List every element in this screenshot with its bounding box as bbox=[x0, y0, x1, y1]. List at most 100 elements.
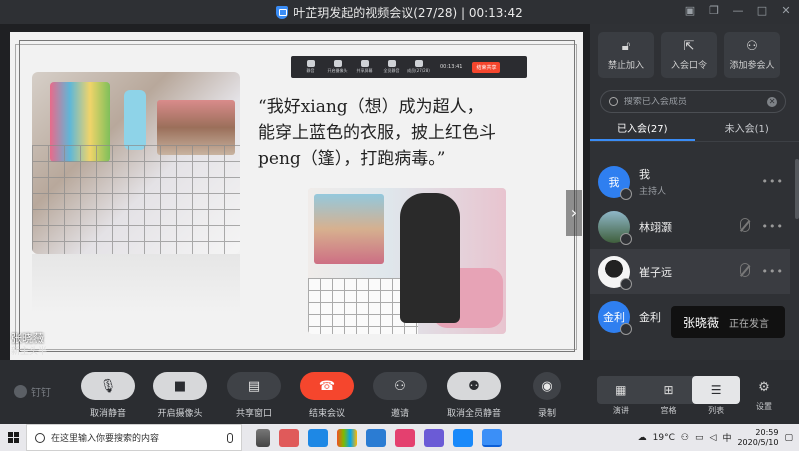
start-camera-button[interactable]: ■ 开启摄像头 bbox=[153, 372, 207, 419]
taskbar-search[interactable]: 在这里输入你要搜索的内容 bbox=[26, 424, 242, 451]
member-row[interactable]: 我 我 主持人 ••• bbox=[590, 159, 790, 204]
member-role: 主持人 bbox=[639, 187, 667, 197]
dingtalk-icon[interactable] bbox=[453, 428, 473, 447]
notification-icon[interactable]: ▢ bbox=[784, 433, 793, 443]
mail-icon[interactable] bbox=[366, 428, 386, 447]
photo-desk-supplies bbox=[32, 72, 240, 254]
avatar: 我 bbox=[598, 165, 632, 200]
panel-actions: 🔓︎ 禁止加入 ⇱ 入会口令 ⚇ 添加参会人 bbox=[590, 24, 799, 78]
shield-icon bbox=[276, 5, 289, 19]
mini-mute-all-button[interactable]: 全员静音 bbox=[380, 60, 403, 74]
end-share-button[interactable]: 结束共享 bbox=[472, 61, 501, 73]
mic-badge-icon bbox=[620, 232, 632, 245]
clock-time: 20:59 bbox=[755, 427, 779, 437]
screenshot-icon[interactable]: ▣ bbox=[683, 4, 697, 18]
edge-icon[interactable] bbox=[308, 428, 328, 447]
mini-camera-button[interactable]: 开启摄像头 bbox=[326, 60, 349, 74]
photo-reflection bbox=[32, 254, 240, 314]
grid-mat bbox=[32, 144, 240, 254]
member-search: ✕ bbox=[600, 90, 786, 113]
photo-girl-studying bbox=[308, 188, 506, 334]
taskbar-search-text: 在这里输入你要搜索的内容 bbox=[51, 434, 160, 444]
view-grid-button[interactable]: ⊞ bbox=[645, 376, 693, 404]
more-icon[interactable]: ••• bbox=[762, 220, 784, 233]
member-search-input[interactable] bbox=[623, 96, 762, 107]
gear-icon: ⚙ bbox=[758, 380, 770, 395]
maximize-icon[interactable]: □ bbox=[755, 4, 769, 18]
camera-icon bbox=[333, 60, 342, 67]
hangup-icon: ☎︎ bbox=[300, 372, 354, 400]
mini-members-button[interactable]: 成员(27/28) bbox=[407, 60, 430, 74]
lock-meeting-button[interactable]: 🔓︎ 禁止加入 bbox=[598, 32, 654, 78]
record-button[interactable]: ◉ 录制 bbox=[533, 372, 561, 419]
view-switcher: ▦ ⊞ ☰ bbox=[597, 376, 741, 404]
search-icon bbox=[609, 97, 618, 106]
close-icon[interactable]: ✕ bbox=[779, 4, 793, 18]
restore-icon[interactable]: ❐ bbox=[707, 4, 721, 18]
mini-share-button[interactable]: 共享屏幕 bbox=[353, 60, 376, 74]
people-icon[interactable]: ⚇ bbox=[681, 433, 689, 443]
title-wrap: 叶芷玥发起的视频会议(27/28) | 00:13:42 bbox=[276, 4, 523, 21]
clock-date: 2020/5/10 bbox=[737, 437, 779, 447]
mini-mute-button[interactable]: 静音 bbox=[299, 60, 322, 74]
share-window-icon: ▤ bbox=[227, 372, 281, 400]
windows-logo-icon bbox=[7, 432, 19, 443]
minimize-icon[interactable]: — bbox=[731, 4, 745, 18]
clear-icon[interactable]: ✕ bbox=[767, 96, 777, 107]
meeting-password-button[interactable]: ⇱ 入会口令 bbox=[661, 32, 717, 78]
tab-joined[interactable]: 已入会(27) bbox=[590, 120, 695, 141]
start-button[interactable] bbox=[0, 424, 26, 451]
view-list-button[interactable]: ☰ bbox=[692, 376, 741, 404]
volume-icon[interactable]: ◁ bbox=[710, 433, 717, 443]
network-icon[interactable]: ▭ bbox=[695, 433, 704, 443]
girl bbox=[400, 193, 460, 323]
next-page-arrow[interactable]: › bbox=[566, 190, 582, 236]
view-speaker-button[interactable]: ▦ bbox=[597, 376, 645, 404]
mute-all-icon bbox=[387, 60, 396, 67]
app-icon[interactable] bbox=[395, 428, 415, 447]
clock[interactable]: 20:59 2020/5/10 bbox=[737, 428, 778, 448]
settings-button[interactable]: ⚙ 设置 bbox=[756, 380, 772, 412]
mini-toolbar: 静音 开启摄像头 共享屏幕 全员静音 成员(27/28) 00:13:41 结束… bbox=[291, 56, 527, 78]
temperature: 19°C bbox=[652, 432, 675, 443]
more-icon[interactable]: ••• bbox=[762, 175, 784, 188]
member-name: 金利 bbox=[639, 310, 661, 324]
tab-not-joined[interactable]: 未入会(1) bbox=[695, 120, 799, 141]
add-user-icon: ⚇ bbox=[746, 38, 758, 54]
member-row[interactable]: 林翊灏 ••• bbox=[590, 204, 790, 249]
mic-muted-icon[interactable] bbox=[740, 263, 750, 277]
window-controls: ▣ ❐ — □ ✕ bbox=[683, 4, 793, 18]
app-icon[interactable] bbox=[424, 428, 444, 447]
task-view-icon[interactable] bbox=[256, 428, 270, 447]
speaker-status: 正在发言 bbox=[729, 318, 770, 330]
quote-line-1: “我好xiang（想）成为超人， bbox=[258, 97, 484, 117]
unmute-all-button[interactable]: ⚉ 取消全员静音 bbox=[447, 372, 501, 419]
mic-off-icon: 🎙︎ bbox=[81, 372, 135, 400]
invite-button[interactable]: ⚇ 邀请 bbox=[373, 372, 427, 419]
member-tabs: 已入会(27) 未入会(1) bbox=[590, 120, 799, 142]
ime-indicator[interactable]: 中 bbox=[722, 431, 731, 444]
share-window-button[interactable]: ▤ 共享窗口 bbox=[227, 372, 281, 419]
speaker-name: 张晓薇 bbox=[683, 315, 720, 330]
avatar bbox=[598, 210, 632, 245]
member-row[interactable]: 崔子远 ••• bbox=[590, 249, 790, 294]
camera-icon: ■ bbox=[153, 372, 207, 400]
app-icon[interactable] bbox=[279, 428, 299, 447]
mic-muted-icon[interactable] bbox=[740, 218, 750, 232]
dingtalk-logo-icon bbox=[14, 385, 27, 398]
share-icon: ⇱ bbox=[683, 38, 695, 54]
mic-icon[interactable] bbox=[227, 432, 233, 443]
water-bottle bbox=[124, 90, 146, 150]
more-icon[interactable]: ••• bbox=[762, 265, 784, 278]
mic-badge-icon bbox=[620, 277, 632, 290]
scrollbar[interactable] bbox=[795, 159, 799, 219]
add-participant-button[interactable]: ⚇ 添加参会人 bbox=[724, 32, 780, 78]
avatar: 金利 bbox=[598, 300, 632, 335]
end-meeting-button[interactable]: ☎︎ 结束会议 bbox=[300, 372, 354, 419]
store-icon[interactable] bbox=[337, 428, 357, 447]
meeting-app-icon[interactable] bbox=[482, 428, 502, 447]
unmute-button[interactable]: 🎙︎ 取消静音 bbox=[81, 372, 135, 419]
avatar bbox=[598, 255, 632, 290]
presenter-sub: 新主头半 bbox=[11, 347, 48, 357]
meeting-toolbar: 钉钉 🎙︎ 取消静音 ■ 开启摄像头 ▤ 共享窗口 ☎︎ 结束会议 ⚇ 邀请 ⚉… bbox=[0, 360, 799, 424]
